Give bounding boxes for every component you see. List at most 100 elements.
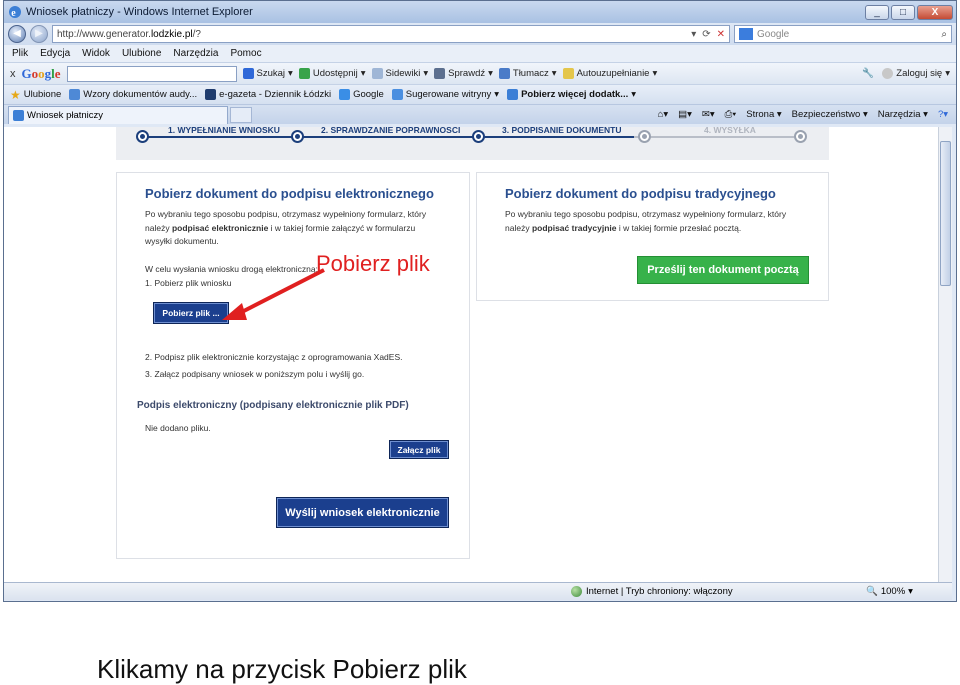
wrench-icon[interactable]: 🔧: [862, 68, 874, 79]
toolbar-spellcheck[interactable]: Sprawdź ▾: [434, 68, 493, 79]
page-icon: [69, 89, 81, 100]
attach-file-button[interactable]: Załącz plik: [389, 440, 449, 459]
svg-text:e: e: [11, 8, 16, 19]
step-attach: 3. Załącz podpisany wniosek w poniższym …: [145, 369, 365, 379]
signature-heading: Podpis elektroniczny (podpisany elektron…: [137, 400, 409, 411]
feeds-icon[interactable]: ▤▾: [678, 109, 692, 120]
translate-icon: [498, 68, 510, 79]
forward-icon[interactable]: ▶: [30, 25, 48, 43]
step-2-label: 2. SPRAWDZANIE POPRAWNOŚCI: [321, 127, 461, 135]
search-input[interactable]: Google ⌕: [734, 25, 952, 43]
url-domain: lodzkie.pl: [150, 28, 193, 40]
window-title: Wniosek płatniczy - Windows Internet Exp…: [26, 6, 253, 18]
toolbar-search[interactable]: Szukaj ▾: [242, 68, 293, 79]
user-icon: [882, 68, 894, 79]
step-1-label: 1. WYPEŁNIANIE WNIOSKU: [168, 127, 280, 135]
google-icon: [339, 89, 351, 100]
globe-icon: [571, 586, 582, 597]
fav-item-google[interactable]: Google: [339, 89, 384, 100]
ie-logo-icon: e: [9, 6, 21, 19]
minimize-button[interactable]: _: [865, 4, 889, 20]
back-icon[interactable]: ◀: [8, 25, 26, 43]
step-3-dot: [472, 130, 485, 143]
new-tab-button[interactable]: [230, 106, 252, 123]
home-icon[interactable]: ⌂▾: [658, 109, 669, 120]
toolbar-sidewiki[interactable]: Sidewiki ▾: [371, 68, 428, 79]
google-icon: [739, 28, 753, 40]
close-button[interactable]: X: [917, 4, 953, 20]
menu-tools-cmd[interactable]: Narzędzia ▾: [878, 109, 928, 120]
traditional-panel-title: Pobierz dokument do podpisu tradycyjnego: [505, 186, 776, 201]
slide-caption: Klikamy na przycisk Pobierz plik: [97, 654, 467, 684]
electronic-panel-intro: Po wybraniu tego sposobu podpisu, otrzym…: [145, 209, 427, 246]
fav-item-egazeta[interactable]: e-gazeta - Dziennik Łódzki: [205, 89, 331, 100]
traditional-signature-panel: Pobierz dokument do podpisu tradycyjnego…: [476, 172, 829, 301]
electronic-signature-panel: Pobierz dokument do podpisu elektroniczn…: [116, 172, 470, 559]
menu-view[interactable]: Widok: [82, 48, 110, 59]
step-end-dot: [794, 130, 807, 143]
ie-icon: [507, 89, 519, 100]
menu-favorites[interactable]: Ulubione: [122, 48, 161, 59]
print-icon[interactable]: ⎙▾: [725, 109, 737, 120]
fav-item-wzory[interactable]: Wzory dokumentów audy...: [69, 89, 197, 100]
traditional-panel-intro: Po wybraniu tego sposobu podpisu, otrzym…: [505, 209, 787, 233]
menu-help[interactable]: Pomoc: [230, 48, 261, 59]
page-icon: [205, 89, 217, 100]
url-suffix: /?: [192, 28, 201, 40]
fav-item-addons[interactable]: Pobierz więcej dodatk... ▾: [507, 89, 636, 100]
favorites-button[interactable]: ★ Ulubione: [10, 88, 61, 102]
step-3-label: 3. PODPISANIE DOKUMENTU: [502, 127, 622, 135]
menu-page[interactable]: Strona ▾: [746, 109, 781, 120]
menu-file[interactable]: Plik: [12, 48, 28, 59]
stop-icon[interactable]: ✕: [717, 29, 725, 40]
send-by-post-button[interactable]: Prześlij ten dokument pocztą: [637, 256, 809, 284]
dropdown-icon[interactable]: ▾: [691, 29, 696, 40]
search-placeholder: Google: [757, 28, 790, 40]
favorites-bar: ★ Ulubione Wzory dokumentów audy... e-gaz…: [4, 84, 956, 104]
toolbar-translate[interactable]: Tłumacz ▾: [498, 68, 557, 79]
url-prefix: http://www.generator.: [57, 28, 151, 40]
maximize-button[interactable]: □: [891, 4, 915, 20]
annotation-label: Pobierz plik: [316, 251, 430, 276]
mail-icon[interactable]: ✉▾: [702, 109, 715, 120]
help-icon[interactable]: ?▾: [938, 109, 948, 120]
security-zone[interactable]: Internet | Tryb chroniony: włączony: [571, 586, 733, 597]
ie-icon: [391, 89, 403, 100]
title-bar: e Wniosek płatniczy - Windows Internet E…: [4, 1, 956, 23]
address-bar[interactable]: http://www.generator. lodzkie.pl/? ▾ ⟳ ✕: [52, 25, 730, 43]
no-file-text: Nie dodano pliku.: [145, 423, 211, 433]
autofill-icon: [562, 68, 574, 79]
zoom-icon: 🔍: [866, 586, 878, 597]
menu-tools[interactable]: Narzędzia: [173, 48, 218, 59]
toolbar-close-icon[interactable]: x: [10, 68, 16, 80]
menu-bar: Plik Edycja Widok Ulubione Narzędzia Pom…: [4, 45, 956, 62]
step-1-dot: [136, 130, 149, 143]
share-icon: [298, 68, 310, 79]
tab-row: Wniosek płatniczy ⌂▾ ▤▾ ✉▾ ⎙▾ Strona ▾ B…: [4, 104, 956, 124]
fav-item-suggested[interactable]: Sugerowane witryny ▾: [391, 89, 499, 100]
step-2-dot: [291, 130, 304, 143]
sidewiki-icon: [371, 68, 383, 79]
toolbar-share[interactable]: Udostępnij ▾: [298, 68, 366, 79]
page-content: 1. WYPEŁNIANIE WNIOSKU 2. SPRAWDZANIE PO…: [4, 127, 938, 582]
send-electronic-button[interactable]: Wyślij wniosek elektronicznie: [276, 497, 449, 528]
menu-security[interactable]: Bezpieczeństwo ▾: [792, 109, 868, 120]
sign-in-link[interactable]: Zaloguj się ▾: [882, 68, 950, 79]
progress-steps: 1. WYPEŁNIANIE WNIOSKU 2. SPRAWDZANIE PO…: [116, 127, 829, 160]
refresh-icon[interactable]: ⟳: [702, 29, 710, 40]
zoom-level[interactable]: 🔍 100% ▾: [866, 586, 913, 597]
tab-active[interactable]: Wniosek płatniczy: [8, 105, 228, 124]
toolbar-autofill[interactable]: Autouzupełnianie ▾: [562, 68, 657, 79]
address-row: ◀ ▶ http://www.generator. lodzkie.pl/? ▾ …: [4, 23, 956, 45]
vertical-scrollbar[interactable]: [938, 127, 952, 582]
scrollbar-thumb[interactable]: [940, 141, 951, 286]
step-4-dot: [638, 130, 651, 143]
menu-edit[interactable]: Edycja: [40, 48, 70, 59]
step-4-label: 4. WYSYŁKA: [704, 127, 756, 135]
ie-tab-icon: [13, 109, 24, 121]
google-logo: Google: [21, 65, 61, 81]
search-icon[interactable]: ⌕: [941, 29, 951, 40]
spellcheck-icon: [434, 68, 446, 79]
google-search-input[interactable]: [66, 65, 237, 82]
google-toolbar: x Google Szukaj ▾ Udostępnij ▾ Sidewiki ▾ S…: [4, 62, 956, 84]
